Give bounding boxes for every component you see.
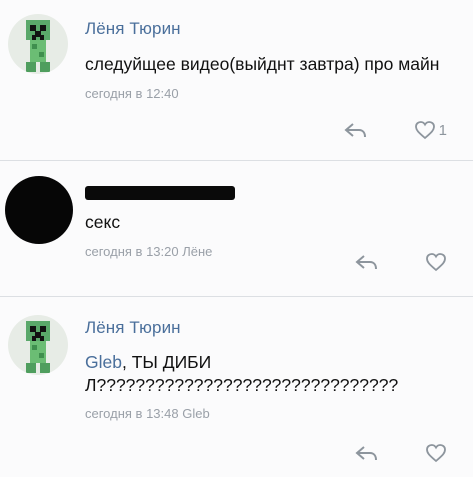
reply-arrow-icon[interactable]	[355, 253, 379, 271]
comment-timestamp: сегодня в 13:48 Gleb	[85, 406, 210, 421]
like-button[interactable]: 1	[414, 120, 447, 140]
reply-arrow-icon[interactable]	[355, 444, 379, 462]
redacted-author	[85, 186, 235, 200]
comment-text: Gleb, ТЫ ДИБИЛ??????????????????????????…	[85, 351, 451, 397]
comment-author[interactable]: Лёня Тюрин	[85, 18, 457, 40]
comment-actions	[355, 252, 447, 272]
comment-content: Лёня Тюрин следуйщее видео(выйднт завтра…	[85, 18, 457, 103]
heart-icon	[414, 120, 436, 140]
comment-actions	[355, 443, 447, 463]
heart-icon	[425, 443, 447, 463]
comment-timestamp: сегодня в 12:40	[85, 86, 179, 101]
comment-item: Лёня Тюрин следуйщее видео(выйднт завтра…	[0, 0, 473, 160]
comment-text: секс	[85, 212, 121, 232]
comment-content: Лёня Тюрин Gleb, ТЫ ДИБИЛ???????????????…	[85, 317, 451, 423]
like-count: 1	[438, 121, 447, 139]
mention-link[interactable]: Gleb	[85, 352, 122, 372]
heart-icon	[425, 252, 447, 272]
black-avatar[interactable]	[5, 176, 73, 244]
comment-item: секс сегодня в 13:20 Лёне	[0, 161, 473, 296]
comment-actions: 1	[344, 120, 447, 140]
creeper-avatar[interactable]	[8, 14, 68, 74]
comment-text: следуйщее видео(выйднт завтра) про майн	[85, 54, 440, 74]
like-button[interactable]	[425, 443, 447, 463]
comment-item: Лёня Тюрин Gleb, ТЫ ДИБИЛ???????????????…	[0, 297, 473, 477]
comment-content: секс сегодня в 13:20 Лёне	[85, 179, 457, 261]
comment-author[interactable]: Лёня Тюрин	[85, 317, 451, 339]
reply-arrow-icon[interactable]	[344, 121, 368, 139]
like-button[interactable]	[425, 252, 447, 272]
comment-text-body: , ТЫ ДИБИЛ??????????????????????????????…	[85, 352, 399, 395]
creeper-avatar[interactable]	[8, 315, 68, 375]
